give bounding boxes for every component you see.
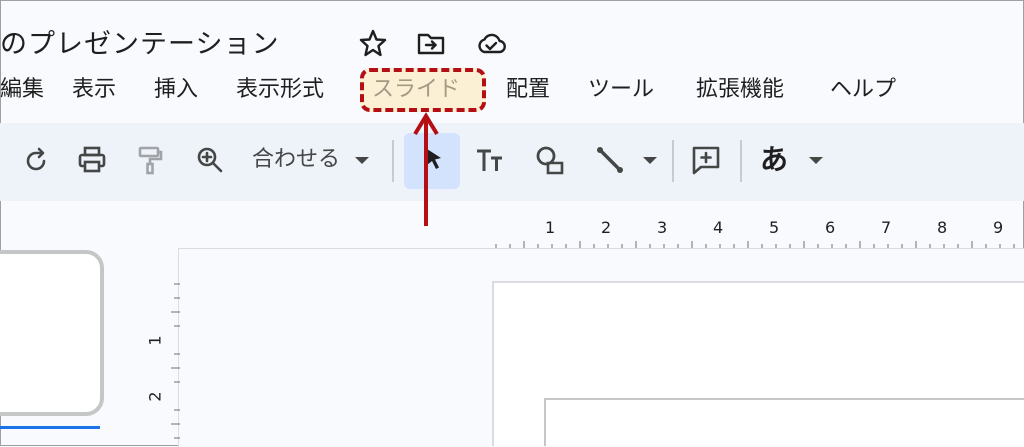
menu-format[interactable]: 表示形式 <box>236 72 324 108</box>
ruler-label: 6 <box>825 218 836 237</box>
vertical-ruler <box>171 283 180 439</box>
filmstrip-selection-bar <box>0 426 100 429</box>
zoom-dropdown-icon[interactable] <box>352 144 372 176</box>
presentation-title[interactable]: のプレゼンテーション <box>0 22 279 61</box>
text-placeholder[interactable] <box>544 398 1024 446</box>
annotation-arrow <box>413 112 439 226</box>
paint-format-icon[interactable] <box>134 144 166 176</box>
ruler-label: 8 <box>937 218 948 237</box>
menu-edit[interactable]: 編集 <box>0 72 44 108</box>
vertical-ruler-label: 2 <box>145 391 165 402</box>
toolbar-separator <box>740 140 742 182</box>
ruler-label: 5 <box>769 218 780 237</box>
zoom-icon[interactable] <box>194 144 226 176</box>
ruler-label: 2 <box>601 218 612 237</box>
menu-slide[interactable]: スライド <box>372 72 460 108</box>
menu-extensions[interactable]: 拡張機能 <box>696 72 784 108</box>
toolbar-separator <box>672 140 674 182</box>
move-to-folder-icon[interactable] <box>416 28 446 58</box>
slide-thumbnail[interactable] <box>0 250 104 416</box>
ruler-label: 3 <box>657 218 668 237</box>
vertical-ruler-label: 1 <box>145 335 165 346</box>
comment-icon[interactable] <box>690 144 722 176</box>
menu-tools[interactable]: ツール <box>588 72 654 108</box>
ruler-label: 9 <box>993 218 1004 237</box>
menu-arrange[interactable]: 配置 <box>506 72 550 108</box>
shape-icon[interactable] <box>534 144 566 176</box>
text-box-icon[interactable] <box>474 144 506 176</box>
input-tools-dropdown-icon[interactable] <box>806 144 826 176</box>
toolbar-separator <box>392 140 394 182</box>
redo-icon[interactable] <box>20 144 52 176</box>
menu-view[interactable]: 表示 <box>72 72 116 108</box>
ruler-label: 7 <box>881 218 892 237</box>
star-icon[interactable] <box>358 28 388 58</box>
menu-insert[interactable]: 挿入 <box>154 72 198 108</box>
print-icon[interactable] <box>76 144 108 176</box>
input-tools-button[interactable]: あ <box>760 142 788 178</box>
menu-help[interactable]: ヘルプ <box>830 72 896 108</box>
line-icon[interactable] <box>594 144 626 176</box>
ruler-label: 1 <box>545 218 556 237</box>
line-dropdown-icon[interactable] <box>640 144 660 176</box>
ruler-label: 4 <box>713 218 724 237</box>
cloud-saved-icon[interactable] <box>476 28 506 58</box>
zoom-select-label[interactable]: 合わせる <box>252 144 340 176</box>
